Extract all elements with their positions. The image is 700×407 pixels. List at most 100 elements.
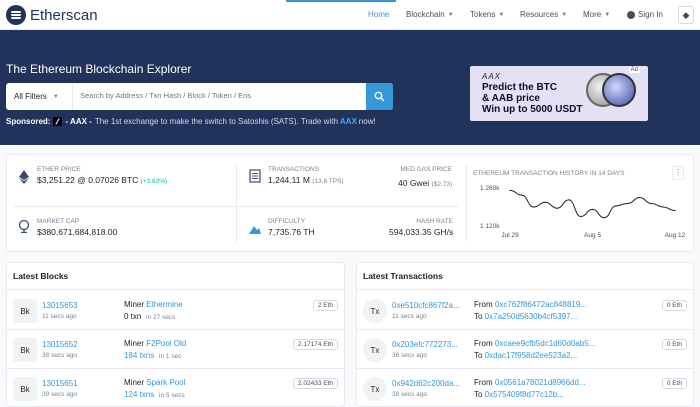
- data-point: [509, 189, 511, 191]
- chart-title: Ethereum Transaction History in 14 Days: [473, 170, 625, 177]
- nav-more-label: More: [583, 10, 602, 19]
- search-button[interactable]: [366, 83, 393, 110]
- user-icon: [627, 10, 635, 19]
- latest-transactions-title: Latest Transactions: [357, 263, 693, 290]
- globe-icon: [18, 219, 30, 233]
- search-input[interactable]: [80, 91, 360, 100]
- network-selector-button[interactable]: ◆: [678, 6, 694, 24]
- transaction-value-badge: 0 Eth: [661, 339, 687, 350]
- ether-price-label: Ether Price: [37, 166, 81, 173]
- block-txns-link[interactable]: 124 txns: [124, 390, 154, 399]
- to-label: To: [474, 312, 485, 321]
- block-row: Bk 13015653 11 secs ago Miner Ethermine 0 tx…: [7, 291, 344, 330]
- transaction-hash-link[interactable]: 0x942d62c200da...: [392, 379, 460, 388]
- x-tick-label: Aug 12: [665, 232, 686, 239]
- transactions-value[interactable]: 1,244.11 M: [268, 175, 310, 185]
- latest-transactions-card: Latest Transactions Tx 0xe510cfc867f2a...…: [356, 262, 694, 407]
- med-gas-price-stat: Med Gas Price: [398, 166, 452, 173]
- nav-more[interactable]: More ▼: [583, 10, 610, 19]
- chevron-down-icon: ▼: [498, 11, 505, 18]
- block-txns-link: 0 txn: [124, 312, 142, 321]
- transaction-to: To 0xdac17f958d2ee523a2...: [474, 351, 577, 360]
- nav-blockchain[interactable]: Blockchain ▼: [406, 10, 454, 19]
- data-point: [580, 215, 582, 218]
- miner-link[interactable]: F2Pool Old: [146, 339, 186, 348]
- data-point: [674, 209, 676, 212]
- logo-text: Etherscan: [30, 6, 98, 24]
- x-tick-label: Jul 29: [501, 232, 519, 239]
- ad-brand: AAX: [482, 72, 502, 81]
- med-gas-price-label: Med Gas Price: [400, 166, 452, 173]
- y-tick-label: 1 120k: [480, 223, 500, 230]
- data-point: [603, 217, 605, 219]
- nav-home-label: Home: [368, 10, 390, 19]
- difficulty-value: 7,735.76 TH: [268, 227, 315, 237]
- transaction-time: 38 secs ago: [392, 391, 428, 398]
- block-miner: Miner Spark Pool: [124, 378, 185, 387]
- block-txns: 124 txns in 5 secs: [124, 390, 185, 399]
- search-filter-dropdown[interactable]: All Filters ▼: [6, 83, 73, 110]
- from-address-link[interactable]: 0xcaee9cfb5dc1d60d0ab5...: [495, 339, 596, 348]
- hash-rate-label: Hash Rate: [416, 218, 453, 225]
- block-txns-link[interactable]: 184 txns: [124, 351, 154, 360]
- data-point: [521, 194, 523, 196]
- chevron-down-icon: ▼: [52, 93, 59, 100]
- ether-price-btc: @ 0.07026 BTC: [77, 175, 139, 185]
- from-address-link[interactable]: 0xc762f86472ac848819...: [495, 300, 587, 309]
- to-address-link[interactable]: 0x575409f8d77c12b...: [485, 390, 564, 399]
- block-miner: Miner F2Pool Old: [124, 339, 186, 348]
- from-label: From: [474, 378, 495, 387]
- divider: [236, 164, 237, 242]
- data-point: [544, 201, 546, 203]
- to-address-link[interactable]: 0xdac17f958d2ee523a2...: [485, 351, 578, 360]
- sign-in-link[interactable]: Sign In: [627, 10, 663, 19]
- transaction-to: To 0x575409f8d77c12b...: [474, 390, 564, 399]
- nav-resources[interactable]: Resources ▼: [520, 10, 567, 19]
- nav-blockchain-label: Blockchain: [406, 10, 445, 19]
- sponsored-line: Sponsored: - AAX - The 1st exchange to m…: [6, 117, 376, 126]
- transaction-hash-link[interactable]: 0x203efc772273...: [392, 340, 458, 349]
- transaction-from: From 0xcaee9cfb5dc1d60d0ab5...: [474, 339, 595, 348]
- sponsor-link[interactable]: AAX: [340, 117, 357, 126]
- block-time: 11 secs ago: [42, 313, 77, 320]
- block-badge: Bk: [13, 338, 37, 362]
- block-time: 38 secs ago: [42, 352, 78, 359]
- transaction-badge: Tx: [363, 299, 387, 323]
- market-cap-stat: Market Cap $380,671,684,818.00: [37, 218, 117, 237]
- search-icon: [374, 91, 385, 102]
- top-navbar: Etherscan Home Blockchain ▼ Tokens ▼ Resou…: [0, 0, 700, 30]
- sponsor-name: - AAX -: [65, 117, 92, 126]
- block-txns-time: in 5 secs: [157, 392, 185, 399]
- from-address-link[interactable]: 0x0561a78021d8966dd...: [495, 378, 586, 387]
- ad-banner[interactable]: Ad AAX Predict the BTC & AAB price Win u…: [470, 66, 648, 121]
- block-number-link[interactable]: 13015651: [42, 379, 78, 388]
- miner-link[interactable]: Ethermine: [146, 300, 182, 309]
- block-row: Bk 13015651 39 secs ago Miner Spark Pool 124…: [7, 369, 344, 406]
- transaction-from: From 0x0561a78021d8966dd...: [474, 378, 586, 387]
- sponsored-label: Sponsored:: [6, 117, 51, 126]
- etherscan-logo[interactable]: Etherscan: [6, 5, 98, 25]
- x-tick-label: Aug 5: [584, 232, 601, 239]
- nav-home[interactable]: Home: [368, 10, 389, 19]
- transaction-hash-link[interactable]: 0xe510cfc867f2a...: [392, 301, 460, 310]
- filter-label: All Filters: [14, 92, 47, 101]
- nav-tokens-label: Tokens: [470, 10, 496, 19]
- transaction-row: Tx 0xe510cfc867f2a... 11 secs ago From 0xc7…: [357, 291, 693, 330]
- from-label: From: [474, 300, 495, 309]
- transactions-label: Transactions: [268, 166, 319, 173]
- block-number-link[interactable]: 13015653: [42, 301, 78, 310]
- miner-link[interactable]: Spark Pool: [146, 378, 185, 387]
- chart-menu-icon[interactable]: ⋮: [672, 166, 684, 180]
- to-address-link[interactable]: 0x7a250d5630b4cf5397...: [485, 312, 578, 321]
- to-label: To: [474, 390, 485, 399]
- nav-tokens[interactable]: Tokens ▼: [470, 10, 504, 19]
- ethereum-icon: [19, 170, 29, 184]
- transaction-from: From 0xc762f86472ac848819...: [474, 300, 587, 309]
- data-point: [556, 207, 558, 209]
- block-number-link[interactable]: 13015652: [42, 340, 78, 349]
- chevron-down-icon: ▼: [561, 11, 568, 18]
- med-gas-price-value[interactable]: 40 Gwei: [398, 178, 429, 188]
- block-txns: 0 txn in 27 secs: [124, 312, 175, 321]
- latest-blocks-card: Latest Blocks Bk 13015653 11 secs ago Miner…: [6, 262, 345, 407]
- transaction-history-chart: 1 280k 1 120kJul 29 Aug 5 Aug 12: [480, 185, 686, 239]
